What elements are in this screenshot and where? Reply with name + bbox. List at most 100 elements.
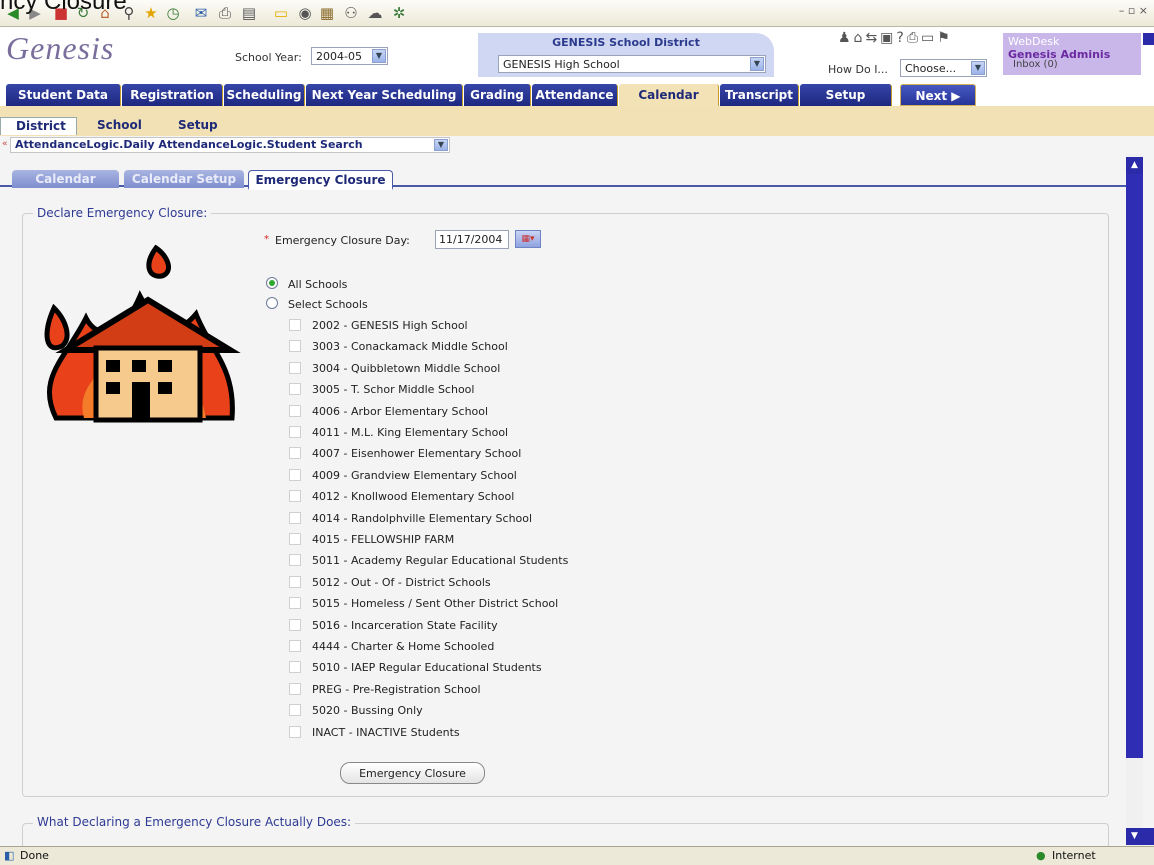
school-select[interactable]: GENESIS High School ▼ (498, 55, 766, 73)
subtab-district[interactable]: District (0, 117, 77, 135)
school-checkbox[interactable] (289, 576, 301, 588)
page-title-fragment: ncy Closure (0, 0, 127, 15)
school-checkbox-label: 4009 - Grandview Elementary School (312, 469, 517, 482)
status-text: Done (20, 849, 49, 862)
info-legend: What Declaring a Emergency Closure Actua… (33, 815, 356, 829)
internet-zone-icon: ● (1036, 849, 1046, 862)
school-value: GENESIS High School (503, 58, 620, 71)
closure-day-input[interactable]: 11/17/2004 (435, 230, 509, 249)
school-checkbox[interactable] (289, 619, 301, 631)
tab-calendar-setup[interactable]: Calendar Setup (124, 170, 244, 188)
school-checkbox[interactable] (289, 319, 301, 331)
school-checkbox[interactable] (289, 383, 301, 395)
inbox-link[interactable]: Inbox (0) (1013, 59, 1058, 70)
scroll-down-arrow-icon[interactable]: ▼ (1126, 828, 1143, 845)
school-checkbox-label: 4444 - Charter & Home Schooled (312, 640, 495, 653)
school-checkbox[interactable] (289, 512, 301, 524)
required-marker: * (264, 234, 269, 245)
print-icon[interactable]: ⎙ (216, 4, 234, 22)
how-do-select[interactable]: Choose... ▼ (900, 59, 987, 77)
school-checkbox-label: 5016 - Incarceration State Facility (312, 619, 498, 632)
school-checkbox-label: 3004 - Quibbletown Middle School (312, 362, 501, 375)
messenger-icon[interactable]: ◉ (296, 4, 314, 22)
school-checkbox[interactable] (289, 726, 301, 738)
page-done-icon: ◧ (4, 849, 15, 862)
school-checkbox-label: 2002 - GENESIS High School (312, 319, 468, 332)
closure-day-label: Emergency Closure Day: (275, 234, 410, 247)
school-checkbox[interactable] (289, 597, 301, 609)
school-checkbox[interactable] (289, 340, 301, 352)
collapse-icon[interactable]: « (2, 139, 8, 149)
how-do-label: How Do I... (828, 63, 888, 76)
security-zone: Internet (1052, 849, 1096, 862)
discuss-icon[interactable]: ☁ (366, 4, 384, 22)
school-year-label: School Year: (235, 51, 302, 64)
browser-toolbar: ◀ ▶ ■ ↻ ⌂ ⚲ ★ ◷ ✉ ⎙ ▤ ▭ ◉ ▦ ⚇ ☁ ✲ – ▫ × (0, 0, 1154, 27)
school-checkbox[interactable] (289, 490, 301, 502)
emergency-closure-button[interactable]: Emergency Closure (340, 762, 485, 784)
chevron-down-icon: ▼ (372, 49, 386, 63)
chevron-down-icon: ▼ (434, 139, 448, 151)
tools-icon[interactable]: ✲ (390, 4, 408, 22)
school-checkbox[interactable] (289, 405, 301, 417)
school-checkbox[interactable] (289, 640, 301, 652)
window-controls[interactable]: – ▫ × (1119, 4, 1148, 17)
next-button[interactable]: Next ▶ (900, 84, 976, 106)
header-tool-icons[interactable]: ♟⌂⇆▣?⎙▭⚑ (838, 30, 953, 46)
sub-nav (0, 106, 1154, 137)
tab-registration[interactable]: Registration (122, 84, 223, 106)
favorites-icon[interactable]: ★ (142, 4, 160, 22)
how-do-value: Choose... (905, 62, 957, 75)
calendar-picker-button[interactable]: ▦▾ (515, 230, 541, 248)
school-checkbox-label: 5020 - Bussing Only (312, 704, 423, 717)
school-checkbox[interactable] (289, 426, 301, 438)
radio-all-schools[interactable] (266, 277, 278, 289)
scroll-thumb[interactable] (1126, 174, 1143, 758)
emergency-closure-legend: Declare Emergency Closure: (33, 206, 212, 220)
school-checkbox[interactable] (289, 661, 301, 673)
school-checkbox-label: 5010 - IAEP Regular Educational Students (312, 661, 542, 674)
tab-student-data[interactable]: Student Data (6, 84, 121, 106)
school-checkbox[interactable] (289, 683, 301, 695)
edit-icon[interactable]: ▤ (240, 4, 258, 22)
tab-attendance[interactable]: Attendance (532, 84, 618, 106)
tab-calendar-view[interactable]: Calendar (12, 170, 119, 188)
subtab-school[interactable]: School (97, 118, 142, 132)
school-checkbox-label: 5012 - Out - Of - District Schools (312, 576, 491, 589)
tab-scheduling[interactable]: Scheduling (224, 84, 305, 106)
tab-calendar[interactable]: Calendar (619, 84, 719, 106)
history-icon[interactable]: ◷ (164, 4, 182, 22)
corner-scroll-button[interactable] (1143, 828, 1154, 845)
scroll-up-arrow-icon[interactable]: ▲ (1126, 157, 1143, 174)
school-checkbox[interactable] (289, 362, 301, 374)
chevron-down-icon: ▼ (750, 57, 764, 71)
radio-select-schools[interactable] (266, 297, 278, 309)
user-name[interactable]: WebDesk (1008, 35, 1059, 48)
chevron-down-icon: ▼ (971, 61, 985, 75)
school-year-select[interactable]: 2004-05 ▼ (311, 47, 388, 65)
path-select[interactable]: AttendanceLogic.Daily AttendanceLogic.St… (10, 137, 450, 153)
tab-transcript[interactable]: Transcript (720, 84, 799, 106)
school-checkbox[interactable] (289, 533, 301, 545)
school-checkbox[interactable] (289, 447, 301, 459)
school-checkbox-label: INACT - INACTIVE Students (312, 726, 460, 739)
mail-icon[interactable]: ✉ (192, 4, 210, 22)
header-scroll-button[interactable] (1143, 33, 1154, 45)
tab-next-year-scheduling[interactable]: Next Year Scheduling (306, 84, 463, 106)
people-icon[interactable]: ⚇ (342, 4, 360, 22)
research-icon[interactable]: ▦ (318, 4, 336, 22)
school-checkbox-label: 4015 - FELLOWSHIP FARM (312, 533, 455, 546)
path-select-value: AttendanceLogic.Daily AttendanceLogic.St… (15, 138, 363, 151)
tab-setup[interactable]: Setup (800, 84, 892, 106)
school-checkbox-label: 5015 - Homeless / Sent Other District Sc… (312, 597, 559, 610)
school-checkbox-label: 3005 - T. Schor Middle School (312, 383, 475, 396)
school-year-value: 2004-05 (316, 50, 362, 63)
school-checkbox[interactable] (289, 554, 301, 566)
folder-icon[interactable]: ▭ (272, 4, 290, 22)
radio-all-schools-label: All Schools (288, 278, 348, 291)
school-checkbox[interactable] (289, 469, 301, 481)
subtab-setup[interactable]: Setup (178, 118, 218, 132)
tab-emergency-closure[interactable]: Emergency Closure (248, 170, 393, 190)
school-checkbox[interactable] (289, 704, 301, 716)
tab-grading[interactable]: Grading (464, 84, 531, 106)
